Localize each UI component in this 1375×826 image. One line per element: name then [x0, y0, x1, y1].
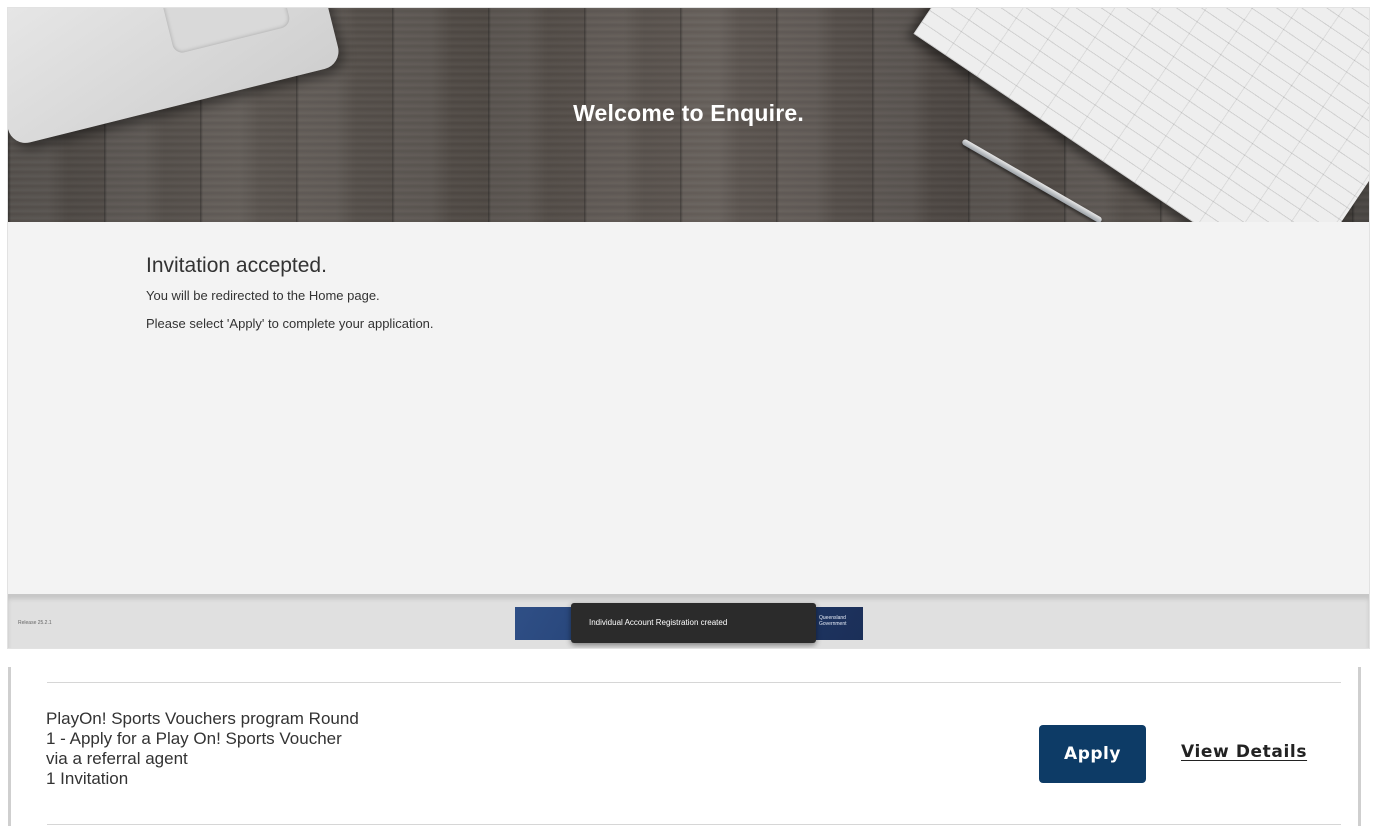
toast-message: Individual Account Registration created [589, 618, 728, 627]
invitation-count: 1 Invitation [46, 769, 129, 788]
view-details-link[interactable]: View Details [1181, 742, 1307, 762]
enquire-portal-panel: Welcome to Enquire. Invitation accepted.… [8, 8, 1369, 648]
redirect-message: You will be redirected to the Home page. [146, 288, 380, 303]
invitation-content: Invitation accepted. You will be redirec… [8, 222, 1369, 594]
toast-notification: Individual Account Registration created [571, 603, 816, 643]
government-logo-text: Queensland Government [819, 615, 847, 627]
apply-button[interactable]: Apply [1039, 725, 1146, 783]
program-info: PlayOn! Sports Vouchers program Round 1 … [46, 709, 426, 789]
invitation-title: Invitation accepted. [146, 254, 327, 277]
card-divider-top [47, 682, 1341, 683]
pen-image [961, 138, 1103, 222]
program-card: PlayOn! Sports Vouchers program Round 1 … [8, 667, 1361, 826]
hero-banner: Welcome to Enquire. [8, 8, 1369, 222]
release-version: Release 25.2.1 [18, 620, 52, 626]
card-divider-bottom [47, 824, 1341, 825]
apply-instruction: Please select 'Apply' to complete your a… [146, 316, 434, 331]
program-title-line: 1 - Apply for a Play On! Sports Voucher [46, 729, 342, 748]
program-title-line: PlayOn! Sports Vouchers program Round [46, 709, 359, 728]
hero-title: Welcome to Enquire. [573, 100, 804, 126]
program-title-line: via a referral agent [46, 749, 188, 768]
